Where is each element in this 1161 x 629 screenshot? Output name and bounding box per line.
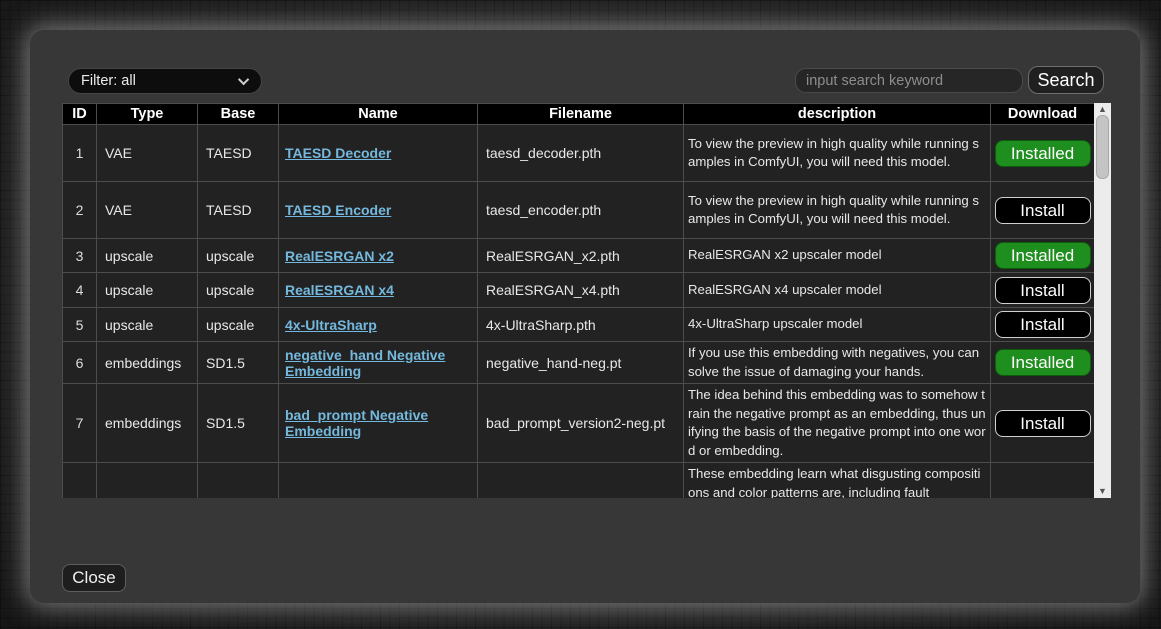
- column-header-name: Name: [279, 104, 478, 125]
- cell-id: 6: [63, 342, 97, 384]
- cell-download: Install: [991, 308, 1095, 342]
- cell-base: TAESD: [198, 125, 279, 182]
- cell-name: 4x-UltraSharp: [279, 308, 478, 342]
- cell-base: upscale: [198, 273, 279, 308]
- cell-type: upscale: [97, 273, 198, 308]
- close-button[interactable]: Close: [62, 564, 126, 592]
- model-name-link[interactable]: TAESD Encoder: [285, 202, 391, 218]
- cell-download: Installed: [991, 342, 1095, 384]
- install-button[interactable]: Install: [995, 277, 1091, 304]
- model-name-link[interactable]: 4x-UltraSharp: [285, 317, 377, 333]
- cell-description: If you use this embedding with negatives…: [684, 342, 991, 384]
- table-row: 5upscaleupscale4x-UltraSharp4x-UltraShar…: [63, 308, 1095, 342]
- cell-id: 5: [63, 308, 97, 342]
- cell-id: 1: [63, 125, 97, 182]
- cell-description: To view the preview in high quality whil…: [684, 182, 991, 239]
- model-name-link[interactable]: bad_prompt Negative Embedding: [285, 407, 428, 439]
- table-row: 3upscaleupscaleRealESRGAN x2RealESRGAN_x…: [63, 239, 1095, 273]
- cell-type: VAE: [97, 125, 198, 182]
- cell-description: To view the preview in high quality whil…: [684, 125, 991, 182]
- cell-description: RealESRGAN x2 upscaler model: [684, 239, 991, 273]
- cell-base: SD1.5: [198, 384, 279, 463]
- cell-filename: taesd_encoder.pth: [478, 182, 684, 239]
- filter-dropdown[interactable]: Filter: all: [68, 68, 262, 94]
- cell-download: Install: [991, 384, 1095, 463]
- filter-dropdown-label: Filter: all: [81, 73, 136, 89]
- cell-id: 2: [63, 182, 97, 239]
- cell-filename: 4x-UltraSharp.pth: [478, 308, 684, 342]
- models-table-container: IDTypeBaseNameFilenamedescriptionDownloa…: [62, 103, 1111, 498]
- installed-button[interactable]: Installed: [995, 140, 1091, 167]
- models-table: IDTypeBaseNameFilenamedescriptionDownloa…: [62, 103, 1095, 498]
- model-name-link[interactable]: negative_hand Negative Embedding: [285, 347, 445, 379]
- table-row: 2VAETAESD TAESD Encoder taesd_encoder.pthT…: [63, 182, 1095, 239]
- search-button[interactable]: Search: [1028, 66, 1104, 94]
- cell-type: embeddings: [97, 342, 198, 384]
- table-row: 7embeddingsSD1.5bad_prompt Negative Embe…: [63, 384, 1095, 463]
- cell-id: 4: [63, 273, 97, 308]
- cell-id: 3: [63, 239, 97, 273]
- table-row: 6embeddingsSD1.5negative_hand Negative E…: [63, 342, 1095, 384]
- cell-description: The idea behind this embedding was to so…: [684, 384, 991, 463]
- cell-name: [279, 463, 478, 499]
- cell-type: VAE: [97, 182, 198, 239]
- cell-name: RealESRGAN x4: [279, 273, 478, 308]
- install-button[interactable]: Install: [995, 197, 1091, 224]
- cell-description: 4x-UltraSharp upscaler model: [684, 308, 991, 342]
- column-header-base: Base: [198, 104, 279, 125]
- cell-download: [991, 463, 1095, 499]
- column-header-download: Download: [991, 104, 1095, 125]
- cell-id: [63, 463, 97, 499]
- model-name-link[interactable]: RealESRGAN x4: [285, 282, 394, 298]
- install-button[interactable]: Install: [995, 410, 1091, 437]
- scroll-down-icon[interactable]: ▼: [1094, 485, 1111, 498]
- cell-filename: taesd_decoder.pth: [478, 125, 684, 182]
- table-header-row: IDTypeBaseNameFilenamedescriptionDownloa…: [63, 104, 1095, 125]
- cell-filename: negative_hand-neg.pt: [478, 342, 684, 384]
- table-row: 4upscaleupscaleRealESRGAN x4RealESRGAN_x…: [63, 273, 1095, 308]
- cell-type: upscale: [97, 239, 198, 273]
- cell-type: embeddings: [97, 384, 198, 463]
- cell-filename: [478, 463, 684, 499]
- cell-id: 7: [63, 384, 97, 463]
- cell-name: RealESRGAN x2: [279, 239, 478, 273]
- cell-filename: bad_prompt_version2-neg.pt: [478, 384, 684, 463]
- cell-base: upscale: [198, 308, 279, 342]
- cell-download: Installed: [991, 239, 1095, 273]
- column-header-filename: Filename: [478, 104, 684, 125]
- column-header-description: description: [684, 104, 991, 125]
- column-header-id: ID: [63, 104, 97, 125]
- cell-type: [97, 463, 198, 499]
- model-name-link[interactable]: RealESRGAN x2: [285, 248, 394, 264]
- cell-base: SD1.5: [198, 342, 279, 384]
- column-header-type: Type: [97, 104, 198, 125]
- install-models-dialog: Filter: all Search IDTypeBaseNameFilenam…: [30, 30, 1140, 603]
- cell-name: TAESD Decoder: [279, 125, 478, 182]
- installed-button[interactable]: Installed: [995, 349, 1091, 376]
- cell-base: TAESD: [198, 182, 279, 239]
- scrollbar-thumb[interactable]: [1096, 115, 1109, 179]
- table-scrollbar[interactable]: ▲ ▼: [1094, 103, 1111, 498]
- cell-name: TAESD Encoder: [279, 182, 478, 239]
- cell-download: Install: [991, 273, 1095, 308]
- cell-download: Install: [991, 182, 1095, 239]
- search-input[interactable]: [795, 68, 1023, 93]
- chevron-down-icon: [238, 74, 249, 85]
- cell-name: negative_hand Negative Embedding: [279, 342, 478, 384]
- cell-name: bad_prompt Negative Embedding: [279, 384, 478, 463]
- cell-download: Installed: [991, 125, 1095, 182]
- cell-filename: RealESRGAN_x2.pth: [478, 239, 684, 273]
- table-row: 1VAETAESD TAESD Decoder taesd_decoder.pthT…: [63, 125, 1095, 182]
- cell-type: upscale: [97, 308, 198, 342]
- cell-base: upscale: [198, 239, 279, 273]
- cell-filename: RealESRGAN_x4.pth: [478, 273, 684, 308]
- cell-base: [198, 463, 279, 499]
- model-name-link[interactable]: TAESD Decoder: [285, 145, 391, 161]
- cell-description: RealESRGAN x4 upscaler model: [684, 273, 991, 308]
- installed-button[interactable]: Installed: [995, 242, 1091, 269]
- install-button[interactable]: Install: [995, 311, 1091, 338]
- cell-description: These embedding learn what disgusting co…: [684, 463, 991, 499]
- table-row: These embedding learn what disgusting co…: [63, 463, 1095, 499]
